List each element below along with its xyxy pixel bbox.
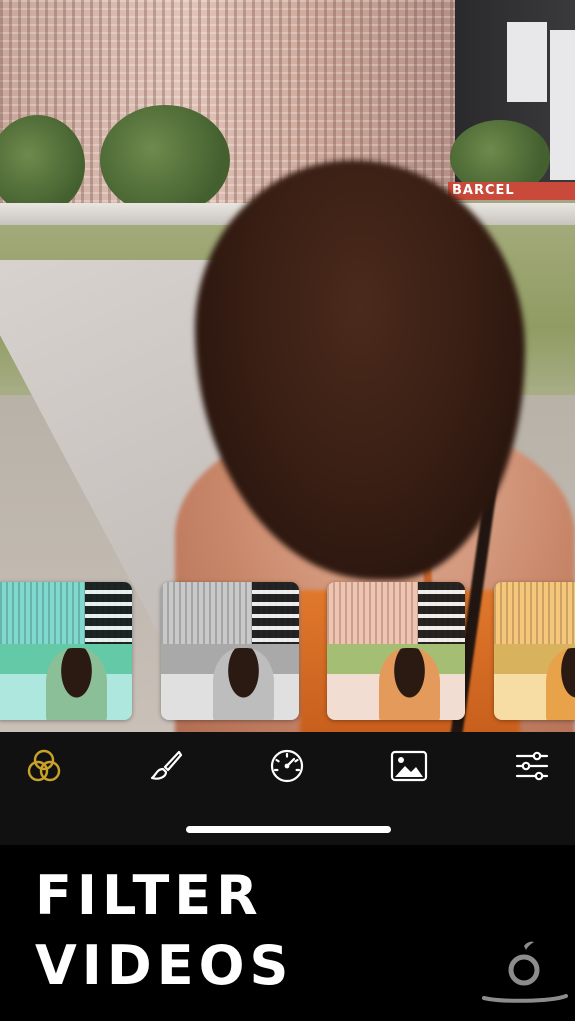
caption-line-2: VIDEOS xyxy=(35,934,294,997)
brush-icon xyxy=(150,750,183,780)
speedometer-icon xyxy=(270,749,304,783)
sliders-icon xyxy=(515,751,549,781)
filter-thumbnail-golden[interactable] xyxy=(494,582,575,720)
filter-strip xyxy=(0,582,575,720)
speed-tool-button[interactable] xyxy=(267,746,307,786)
watermark-logo-icon xyxy=(482,941,568,1003)
filter-thumbnail-mono[interactable] xyxy=(161,582,299,720)
adjust-tool-button[interactable] xyxy=(512,746,552,786)
brush-tool-button[interactable] xyxy=(146,746,186,786)
background-sign: BARCEL xyxy=(448,182,575,200)
filter-thumbnail-warm[interactable] xyxy=(327,582,465,720)
image-tool-button[interactable] xyxy=(389,746,429,786)
filter-thumbnail-teal[interactable] xyxy=(0,582,132,720)
editor-toolbar xyxy=(0,732,575,845)
overlapping-circles-icon xyxy=(27,749,61,782)
caption-line-1: FILTER xyxy=(35,864,263,927)
filters-tool-button[interactable] xyxy=(24,746,64,786)
tree xyxy=(100,105,230,215)
home-indicator[interactable] xyxy=(186,826,391,833)
image-icon xyxy=(390,750,428,782)
